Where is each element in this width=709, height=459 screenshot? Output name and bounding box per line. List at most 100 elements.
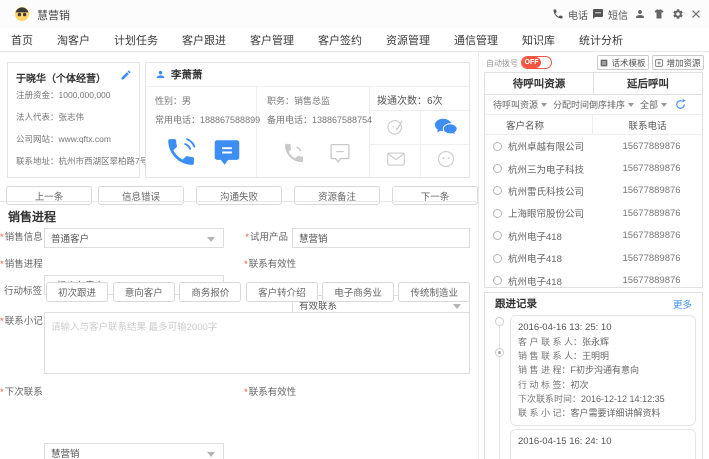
sales-info-select[interactable]: 普通客户: [44, 228, 224, 248]
followup-entry[interactable]: 2016-04-15 16: 24: 10: [510, 429, 696, 459]
radio-icon[interactable]: [493, 253, 502, 263]
filter-resource-type[interactable]: 待呼叫资源: [493, 98, 547, 111]
followup-panel: 跟进记录 更多 2016-04-16 13: 25: 10 客 户 联 系 人：…: [484, 292, 703, 459]
resource-phone: 15677889876: [622, 252, 681, 264]
nav-item-customer-mgmt[interactable]: 客户管理: [250, 32, 294, 48]
sales-info-label: *销售信息: [0, 232, 43, 243]
customer-field-row: 注册资金：1000,000,000: [16, 89, 111, 101]
nav-item-taokehu[interactable]: 淘客户: [57, 32, 90, 48]
field-label: 公司网站：: [16, 134, 59, 144]
followup-more-link[interactable]: 更多: [673, 297, 692, 311]
resource-row[interactable]: 上海眼帘股份公司 15677889876: [485, 202, 702, 224]
nav-item-customer-followup[interactable]: 客户跟进: [182, 32, 226, 48]
main-nav: 首页 淘客户 计划任务 客户跟进 客户管理 客户签约 资源管理 通信管理 知识库…: [0, 28, 709, 52]
call-primary-icon[interactable]: [164, 135, 198, 169]
resource-row[interactable]: 杭州电子418 15677889876: [485, 225, 702, 247]
nav-item-resource-mgmt[interactable]: 资源管理: [386, 32, 430, 48]
qq-chat-icon[interactable]: [434, 117, 458, 137]
resource-row[interactable]: 杭州雷氏科技公司 15677889876: [485, 180, 702, 202]
action-tags: 初次跟进 意向客户 商务报价 客户转介绍 电子商务业 传统制造业: [46, 282, 470, 302]
note-edit-icon[interactable]: [386, 117, 405, 136]
tag-traditional-manufacturing[interactable]: 传统制造业: [398, 282, 470, 302]
edit-customer-icon[interactable]: [120, 69, 132, 81]
radio-icon[interactable]: [493, 208, 502, 218]
auto-dial-toggle[interactable]: OFF: [521, 56, 552, 69]
tab-pending-call[interactable]: 待呼叫资源: [485, 73, 594, 94]
refresh-icon[interactable]: [675, 99, 686, 110]
divider: [369, 87, 370, 177]
tab-delayed-call[interactable]: 延后呼叫: [594, 73, 702, 94]
mail-icon[interactable]: [387, 152, 405, 166]
nav-item-knowledge-base[interactable]: 知识库: [522, 32, 555, 48]
customer-field-row: 联系地址：杭州市西湖区翠柏路7号: [16, 155, 148, 167]
action-tags-label: 行动标签: [3, 286, 42, 297]
close-icon[interactable]: [690, 8, 702, 20]
radio-icon[interactable]: [493, 164, 502, 174]
add-icon: [655, 58, 664, 67]
nav-item-comm-mgmt[interactable]: 通信管理: [454, 32, 498, 48]
filter-scope[interactable]: 全部: [640, 98, 667, 111]
contact-header: 李萧萧: [146, 63, 469, 87]
nav-item-home[interactable]: 首页: [11, 32, 33, 48]
contact-note-textarea[interactable]: [44, 312, 470, 374]
followup-line: 销 售 进 程：F初步沟通有意向: [518, 365, 640, 376]
resource-list-header: 客户名称 联系电话: [485, 115, 702, 135]
contact-card: 李萧萧 性别：男 常用电话：188867588899 职务：销售总监 备用电话：…: [145, 62, 471, 178]
comm-failed-button[interactable]: 沟通失败: [196, 186, 282, 205]
chat-primary-icon[interactable]: [212, 139, 242, 166]
resource-name: 杭州电子418: [508, 254, 562, 266]
radio-icon[interactable]: [493, 186, 502, 196]
prev-record-button[interactable]: 上一条: [6, 186, 92, 205]
followup-title: 跟进记录: [495, 298, 537, 310]
toggle-state-label: OFF: [522, 57, 541, 68]
tag-business-quote[interactable]: 商务报价: [179, 282, 242, 302]
next-contact-label: *下次联系: [0, 387, 43, 398]
tag-ecommerce[interactable]: 电子商务业: [322, 282, 394, 302]
chat-secondary-icon[interactable]: [328, 143, 352, 164]
field-value: 杭州市西湖区翠柏路7号: [58, 156, 149, 166]
info-error-button[interactable]: 信息错误: [98, 186, 184, 205]
trial-product-label: *试用产品: [245, 232, 288, 243]
resource-name: 杭州电子418: [508, 231, 562, 243]
resource-row[interactable]: 杭州三为电子科技 15677889876: [485, 157, 702, 179]
call-secondary-icon[interactable]: [282, 141, 306, 165]
next-contact-select[interactable]: 慧营销: [44, 443, 224, 459]
customer-field-row: 法人代表：张志伟: [16, 111, 84, 123]
contact-job: 职务：销售总监: [267, 96, 331, 106]
followup-entry[interactable]: 2016-04-16 13: 25: 10 客 户 联 系 人：张永辉 销 售 …: [510, 315, 696, 427]
phone-button[interactable]: 电话: [552, 7, 588, 22]
nav-item-statistics[interactable]: 统计分析: [579, 32, 623, 48]
resource-note-button[interactable]: 资源备注: [294, 186, 380, 205]
trial-product-input[interactable]: 慧营销: [292, 228, 470, 248]
resource-row[interactable]: 杭州电子418 15677889876: [485, 247, 702, 269]
followup-time: 2016-04-15 16: 24: 10: [518, 436, 612, 447]
contact-name: 李萧萧: [171, 69, 203, 81]
tag-customer-referral[interactable]: 客户转介绍: [246, 282, 318, 302]
radio-icon[interactable]: [493, 231, 502, 241]
penguin-face-icon[interactable]: [437, 150, 455, 168]
user-icon[interactable]: [634, 8, 646, 20]
tag-intent-customer[interactable]: 意向客户: [112, 282, 175, 302]
tag-first-followup[interactable]: 初次跟进: [46, 282, 109, 302]
resource-row[interactable]: 杭州卓越有限公司 15677889876: [485, 135, 702, 157]
filter-sort-order[interactable]: 分配时间倒序排序: [553, 98, 634, 111]
next-record-button[interactable]: 下一条: [392, 186, 478, 205]
settings-gear-icon[interactable]: [672, 8, 684, 20]
sms-button-label: 短信: [608, 10, 628, 22]
resource-phone: 15677889876: [622, 207, 681, 219]
add-resource-button[interactable]: 增加资源: [652, 55, 704, 70]
skin-theme-icon[interactable]: [653, 8, 665, 20]
radio-icon[interactable]: [493, 141, 502, 151]
radio-icon[interactable]: [493, 276, 502, 286]
sms-button[interactable]: 短信: [592, 7, 628, 22]
script-template-button[interactable]: 话术模板: [597, 55, 649, 70]
phone-icon: [553, 9, 563, 19]
customer-card: 于晓华（个体经营） 注册资金：1000,000,000 法人代表：张志伟 公司网…: [7, 62, 148, 178]
followup-line: 销 售 联 系 人：王明明: [518, 351, 610, 362]
sales-stage-label: *销售进程: [0, 259, 43, 270]
field-label: 注册资金：: [16, 90, 59, 100]
resource-row[interactable]: 杭州电子418 15677889876: [485, 269, 702, 291]
nav-item-plan-tasks[interactable]: 计划任务: [114, 32, 158, 48]
nav-item-customer-sign[interactable]: 客户签约: [318, 32, 362, 48]
contact-note-label: *联系小记: [0, 316, 43, 327]
